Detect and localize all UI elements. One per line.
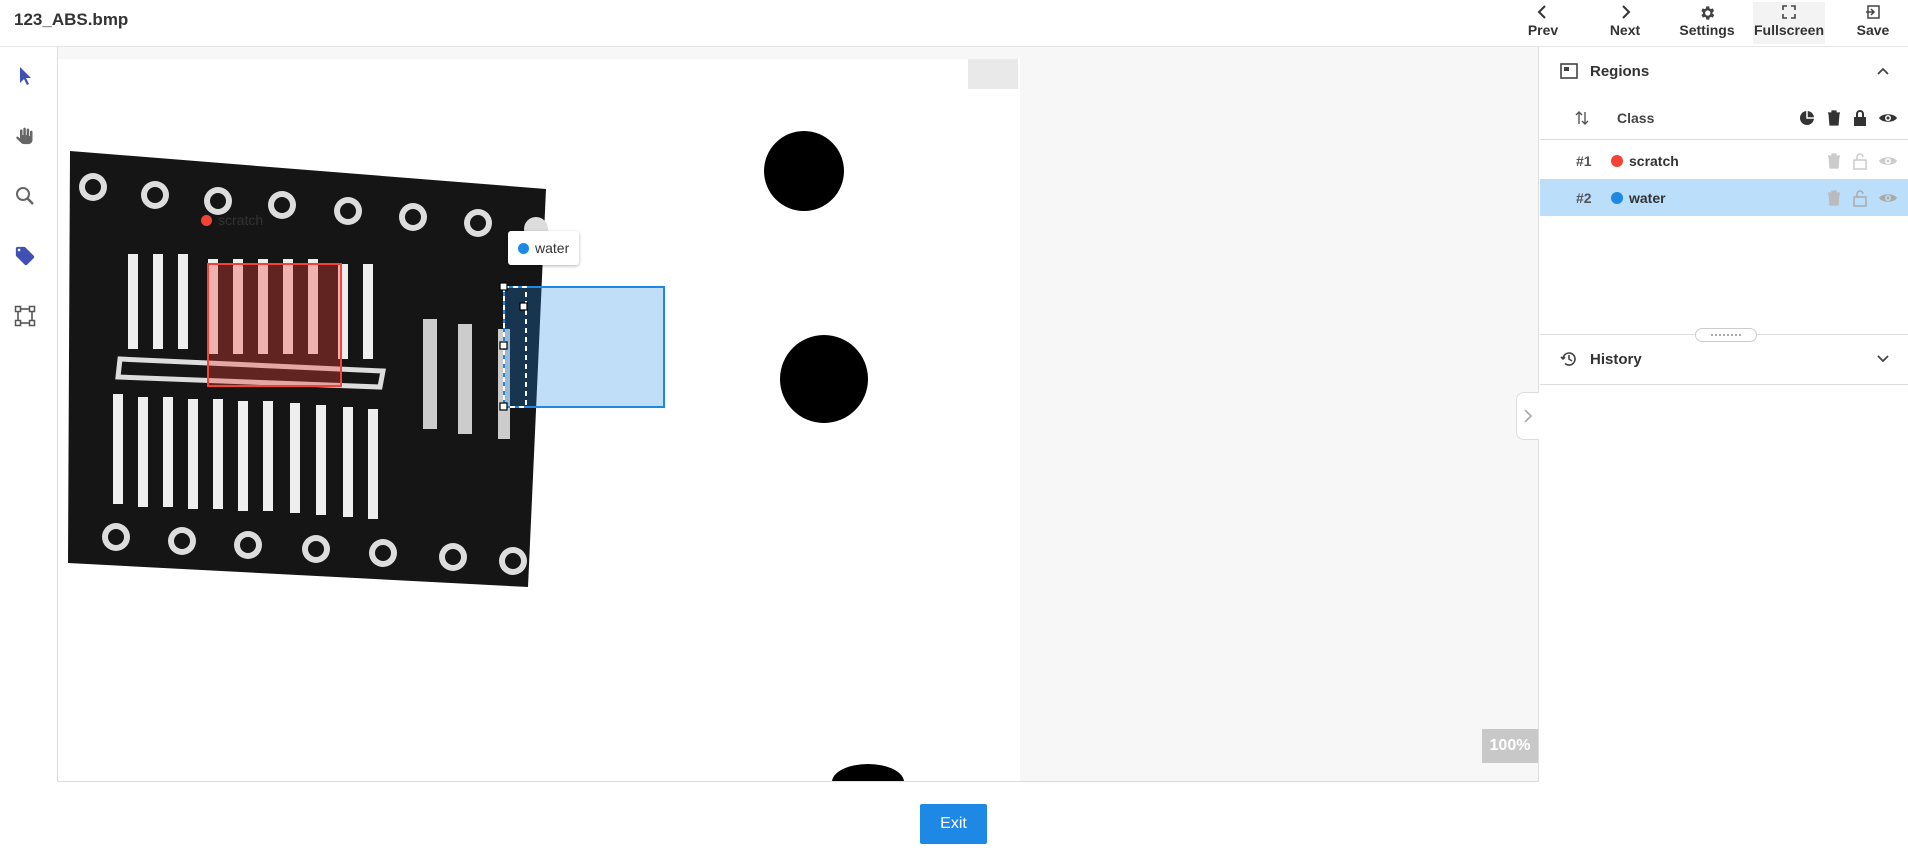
prev-label: Prev xyxy=(1527,22,1559,38)
box-vertices-icon xyxy=(14,305,36,327)
save-label: Save xyxy=(1856,22,1890,38)
unlock-icon[interactable] xyxy=(1852,152,1868,170)
pan-tool[interactable] xyxy=(12,123,38,149)
sort-icon[interactable] xyxy=(1574,110,1590,126)
left-toolbar xyxy=(0,47,57,782)
water-label[interactable]: water xyxy=(508,231,580,265)
magnifier-icon xyxy=(16,187,34,205)
bounding-box-tool[interactable] xyxy=(12,303,38,329)
top-bar: 123_ABS.bmp Prev Next Settings Fullscree… xyxy=(0,0,1908,47)
fullscreen-icon xyxy=(1781,2,1797,22)
water-label-text: water xyxy=(535,240,570,256)
chevron-right-icon xyxy=(1618,2,1632,22)
tag-tool[interactable] xyxy=(12,243,38,269)
region-row-1[interactable]: #1 scratch xyxy=(1540,142,1908,179)
eye-icon[interactable] xyxy=(1878,189,1898,207)
annotation-canvas[interactable]: scratch water 100% xyxy=(57,47,1539,782)
pie-chart-icon[interactable] xyxy=(1798,109,1816,127)
exit-to-app-icon xyxy=(1865,2,1881,22)
regions-column-header: Class xyxy=(1540,98,1908,138)
hand-icon xyxy=(16,127,33,145)
regions-title: Regions xyxy=(1590,62,1650,80)
water-color-dot xyxy=(518,242,529,254)
region-class-label: scratch xyxy=(1629,152,1679,169)
right-panel: Regions Class #1 scratch #2 water Histor… xyxy=(1540,47,1908,782)
panel-toggle-button[interactable] xyxy=(1516,392,1539,440)
region-class: scratch xyxy=(1611,153,1679,169)
zoom-level: 100% xyxy=(1482,729,1538,763)
gear-icon xyxy=(1698,2,1716,22)
select-tool[interactable] xyxy=(12,63,38,89)
eye-icon[interactable] xyxy=(1878,109,1898,127)
water-region-box xyxy=(503,286,665,408)
chevron-down-icon xyxy=(1877,355,1889,363)
history-header[interactable]: History xyxy=(1540,335,1908,383)
next-button[interactable]: Next xyxy=(1589,2,1661,44)
class-column-label: Class xyxy=(1617,110,1655,126)
scratch-region-box xyxy=(207,263,342,387)
trash-icon[interactable] xyxy=(1826,109,1842,127)
region-row-2[interactable]: #2 water xyxy=(1540,179,1908,216)
unlock-icon[interactable] xyxy=(1852,189,1868,207)
scratch-label[interactable]: scratch xyxy=(201,203,263,237)
scratch-label-text: scratch xyxy=(218,212,264,228)
history-title: History xyxy=(1590,350,1642,368)
regions-divider xyxy=(1540,139,1908,140)
trash-icon[interactable] xyxy=(1826,152,1842,170)
settings-button[interactable]: Settings xyxy=(1671,2,1743,44)
chevron-right-icon xyxy=(1524,409,1533,423)
water-color-dot xyxy=(1611,191,1623,204)
pcb-image xyxy=(68,59,1018,781)
region-index: #1 xyxy=(1576,152,1592,169)
file-name: 123_ABS.bmp xyxy=(14,10,129,29)
region-class: water xyxy=(1611,190,1666,206)
save-button[interactable]: Save xyxy=(1837,2,1908,44)
regions-icon xyxy=(1560,63,1578,79)
region-index: #2 xyxy=(1576,189,1592,206)
zoom-tool[interactable] xyxy=(12,183,38,209)
history-divider xyxy=(1540,384,1908,385)
fullscreen-button[interactable]: Fullscreen xyxy=(1753,2,1825,44)
lock-icon[interactable] xyxy=(1852,109,1868,127)
history-icon xyxy=(1560,352,1576,366)
scratch-color-dot xyxy=(1611,154,1623,167)
scratch-color-dot xyxy=(201,214,212,226)
exit-button[interactable]: Exit xyxy=(920,804,987,844)
region-class-label: water xyxy=(1629,189,1666,206)
regions-header[interactable]: Regions xyxy=(1540,47,1908,95)
chevron-left-icon xyxy=(1536,2,1550,22)
prev-button[interactable]: Prev xyxy=(1507,2,1579,44)
image-viewport: scratch water xyxy=(58,59,1020,781)
fullscreen-label: Fullscreen xyxy=(1753,22,1825,38)
chevron-up-icon xyxy=(1877,67,1889,75)
cursor-icon xyxy=(20,67,31,85)
eye-icon[interactable] xyxy=(1878,152,1898,170)
trash-icon[interactable] xyxy=(1826,189,1842,207)
tag-icon xyxy=(15,246,35,266)
next-label: Next xyxy=(1609,22,1641,38)
settings-label: Settings xyxy=(1679,22,1735,38)
